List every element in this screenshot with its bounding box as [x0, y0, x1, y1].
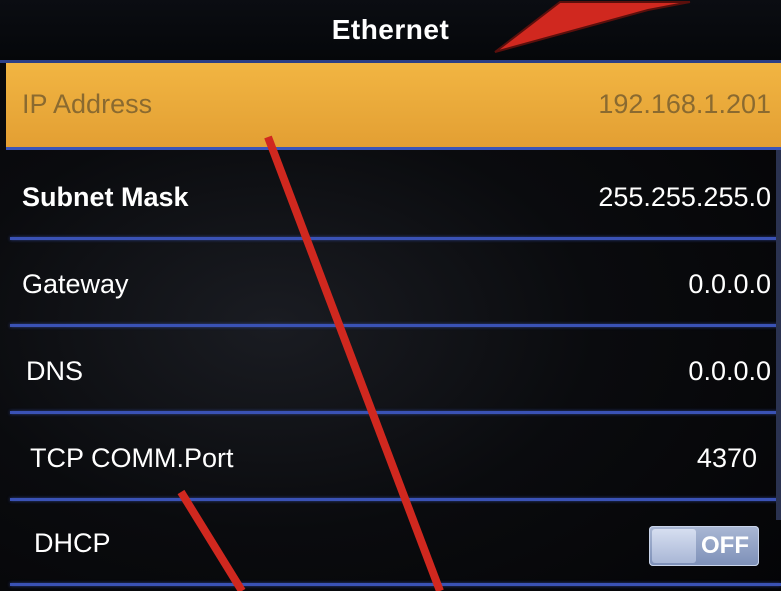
annotation-overlay: [177, 1, 691, 591]
arrow-head-icon: [494, 1, 691, 53]
ethernet-settings-screen: Ethernet IP Address 192.168.1.201 Subnet…: [0, 0, 781, 591]
annotation-line: [264, 135, 444, 591]
annotation-line: [177, 489, 246, 591]
